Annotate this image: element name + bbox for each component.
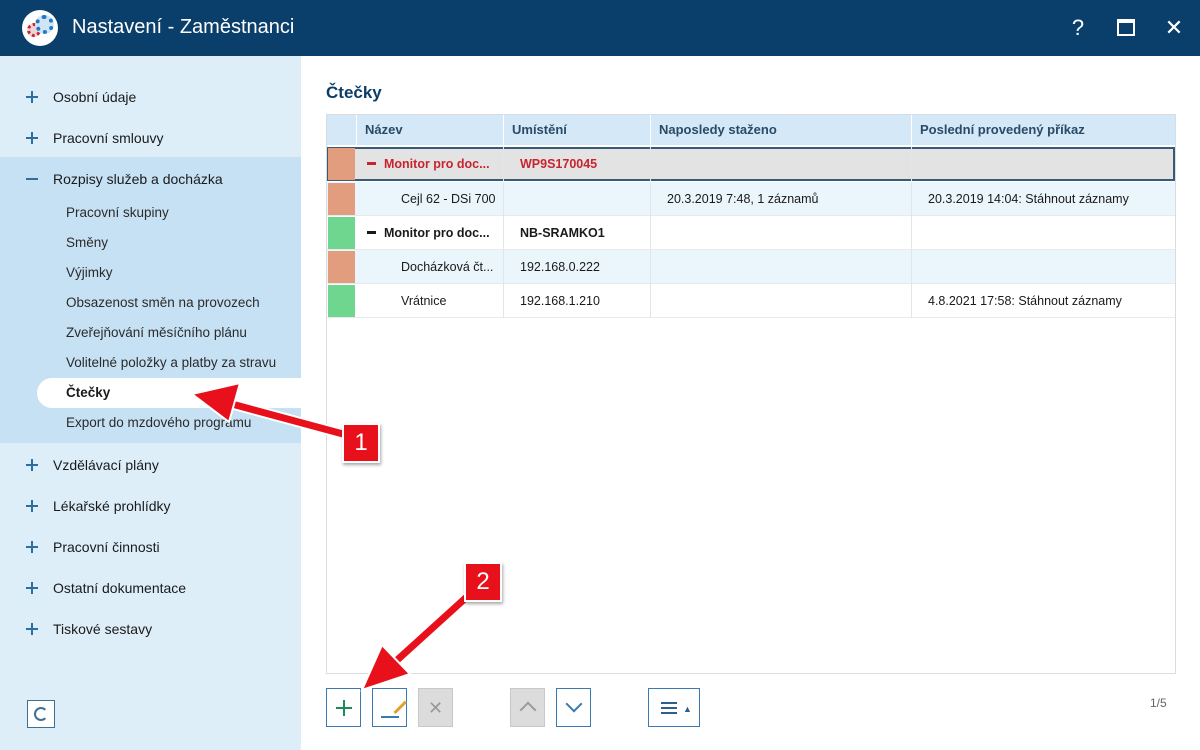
- maximize-icon: [1117, 19, 1135, 36]
- collapse-minus-icon: [26, 173, 38, 185]
- sidebar-item-osobni-udaje[interactable]: Osobní údaje: [0, 76, 301, 117]
- more-menu-button[interactable]: ▲: [648, 688, 700, 727]
- expand-plus-icon: [26, 581, 38, 594]
- sidebar-subitem-obsazenost[interactable]: Obsazenost směn na provozech: [66, 295, 260, 310]
- cell-name: Cejl 62 - DSi 700: [357, 182, 504, 216]
- cell-name: Monitor pro doc...: [357, 147, 504, 181]
- sidebar-item-label: Ostatní dokumentace: [53, 579, 187, 596]
- edit-button[interactable]: [372, 688, 407, 727]
- move-down-button[interactable]: [556, 688, 591, 727]
- expand-plus-icon: [26, 499, 38, 512]
- chevron-up-icon: [519, 701, 537, 719]
- pager: 1/5: [1150, 696, 1167, 710]
- sidebar-subitem-volitelne-polozky[interactable]: Volitelné položky a platby za stravu: [66, 355, 276, 370]
- sidebar-item-ostatni-dokumentace[interactable]: Ostatní dokumentace: [0, 567, 301, 608]
- sidebar-item-label: Osobní údaje: [53, 88, 137, 105]
- column-header-location[interactable]: Umístění: [504, 115, 651, 145]
- hamburger-icon: [661, 702, 677, 714]
- cell-last-command: 20.3.2019 14:04: Stáhnout záznamy: [928, 192, 1129, 206]
- column-header-name[interactable]: Název: [357, 115, 504, 145]
- cell-last-command: 4.8.2021 17:58: Stáhnout záznamy: [928, 294, 1122, 308]
- sidebar-subitem-ctecky-label: Čtečky: [66, 385, 111, 400]
- maximize-button[interactable]: [1110, 12, 1142, 44]
- annotation-callout-1: 1: [342, 423, 380, 463]
- sidebar-item-pracovni-smlouvy[interactable]: Pracovní smlouvy: [0, 117, 301, 158]
- column-header-last-download[interactable]: Naposledy staženo: [651, 115, 912, 145]
- sidebar-item-label: Rozpisy služeb a docházka: [53, 170, 223, 187]
- sidebar-item-tiskove-sestavy[interactable]: Tiskové sestavy: [0, 608, 301, 649]
- sidebar-subitem-pracovni-skupiny[interactable]: Pracovní skupiny: [66, 205, 169, 220]
- app-logo-icon: [22, 10, 58, 46]
- cell-last-download: [651, 250, 912, 284]
- sidebar: Osobní údaje Pracovní smlouvy Rozpisy sl…: [0, 56, 301, 750]
- expand-plus-icon: [26, 131, 38, 144]
- cell-name: Docházková čt...: [357, 250, 504, 284]
- sidebar-item-label: Pracovní činnosti: [53, 538, 160, 555]
- expand-plus-icon: [26, 90, 38, 103]
- window-title: Nastavení - Zaměstnanci: [72, 16, 295, 38]
- expand-plus-icon: [26, 458, 38, 471]
- cell-last-command: [912, 216, 1175, 250]
- pencil-icon: [393, 700, 407, 715]
- move-up-button[interactable]: [510, 688, 545, 727]
- sidebar-item-vzdelavaci-plany[interactable]: Vzdělávací plány: [0, 444, 301, 485]
- title-bar: Nastavení - Zaměstnanci ? ✕: [0, 0, 1200, 56]
- sidebar-item-lekarske-prohlidky[interactable]: Lékařské prohlídky: [0, 485, 301, 526]
- expand-plus-icon: [26, 540, 38, 553]
- cell-last-command: [912, 250, 1175, 284]
- sidebar-subitem-smeny[interactable]: Směny: [66, 235, 108, 250]
- status-indicator: [328, 217, 355, 249]
- cell-location: [504, 182, 651, 216]
- table-row[interactable]: Monitor pro doc... NB-SRAMKO1: [327, 216, 1175, 250]
- table-row[interactable]: Monitor pro doc... WP9S170045: [327, 147, 1175, 181]
- readers-table: Název Umístění Naposledy staženo Posledn…: [326, 114, 1176, 674]
- cell-last-download: [651, 216, 912, 250]
- status-indicator: [328, 183, 355, 215]
- sidebar-subitem-export[interactable]: Export do mzdového programu: [66, 415, 251, 430]
- refresh-button[interactable]: [27, 700, 55, 728]
- cell-name: Vrátnice: [357, 284, 504, 318]
- cell-location: 192.168.0.222: [504, 250, 651, 284]
- sidebar-item-pracovni-cinnosti[interactable]: Pracovní činnosti: [0, 526, 301, 567]
- sidebar-item-label: Vzdělávací plány: [53, 456, 159, 473]
- caret-up-icon: ▲: [683, 704, 692, 714]
- annotation-callout-2: 2: [464, 562, 502, 602]
- cell-last-download: [651, 284, 912, 318]
- sidebar-item-label: Lékařské prohlídky: [53, 497, 171, 514]
- delete-x-icon: ✕: [428, 698, 444, 718]
- refresh-icon: [34, 707, 48, 721]
- chevron-down-icon: [565, 695, 583, 713]
- cell-location: WP9S170045: [504, 147, 651, 181]
- delete-button[interactable]: ✕: [418, 688, 453, 727]
- blue-gear-icon: [35, 15, 54, 34]
- table-row[interactable]: Cejl 62 - DSi 700 20.3.2019 7:48, 1 zázn…: [327, 182, 1175, 216]
- cell-name: Monitor pro doc...: [357, 216, 504, 250]
- pencil-underline: [381, 716, 399, 718]
- status-indicator: [328, 285, 355, 317]
- status-indicator: [328, 148, 355, 180]
- column-header-last-command[interactable]: Poslední provedený příkaz: [912, 115, 1175, 145]
- table-row[interactable]: Vrátnice 192.168.1.210 4.8.2021 17:58: S…: [327, 284, 1175, 318]
- table-header: Název Umístění Naposledy staženo Posledn…: [327, 115, 1175, 145]
- sidebar-item-rozpisy-sluzeb[interactable]: Rozpisy služeb a docházka: [0, 158, 301, 199]
- table-row[interactable]: Docházková čt... 192.168.0.222: [327, 250, 1175, 284]
- cell-last-download: [651, 147, 912, 181]
- add-button[interactable]: [326, 688, 361, 727]
- sidebar-item-label: Pracovní smlouvy: [53, 129, 164, 146]
- sidebar-subitem-zverejnovani[interactable]: Zveřejňování měsíčního plánu: [66, 325, 247, 340]
- cell-last-download: 20.3.2019 7:48, 1 záznamů: [651, 182, 912, 216]
- status-column-header: [327, 115, 357, 145]
- cell-location: 192.168.1.210: [504, 284, 651, 318]
- collapse-minus-icon[interactable]: [367, 162, 376, 165]
- expand-plus-icon: [26, 622, 38, 635]
- page-title: Čtečky: [326, 83, 382, 102]
- cell-location: NB-SRAMKO1: [504, 216, 651, 250]
- cell-last-command: [912, 147, 1175, 181]
- help-button[interactable]: ?: [1062, 12, 1094, 44]
- close-button[interactable]: ✕: [1158, 12, 1190, 44]
- sidebar-item-label: Tiskové sestavy: [53, 620, 153, 637]
- sidebar-subitem-vyjimky[interactable]: Výjimky: [66, 265, 113, 280]
- status-indicator: [328, 251, 355, 283]
- collapse-minus-icon[interactable]: [367, 231, 376, 234]
